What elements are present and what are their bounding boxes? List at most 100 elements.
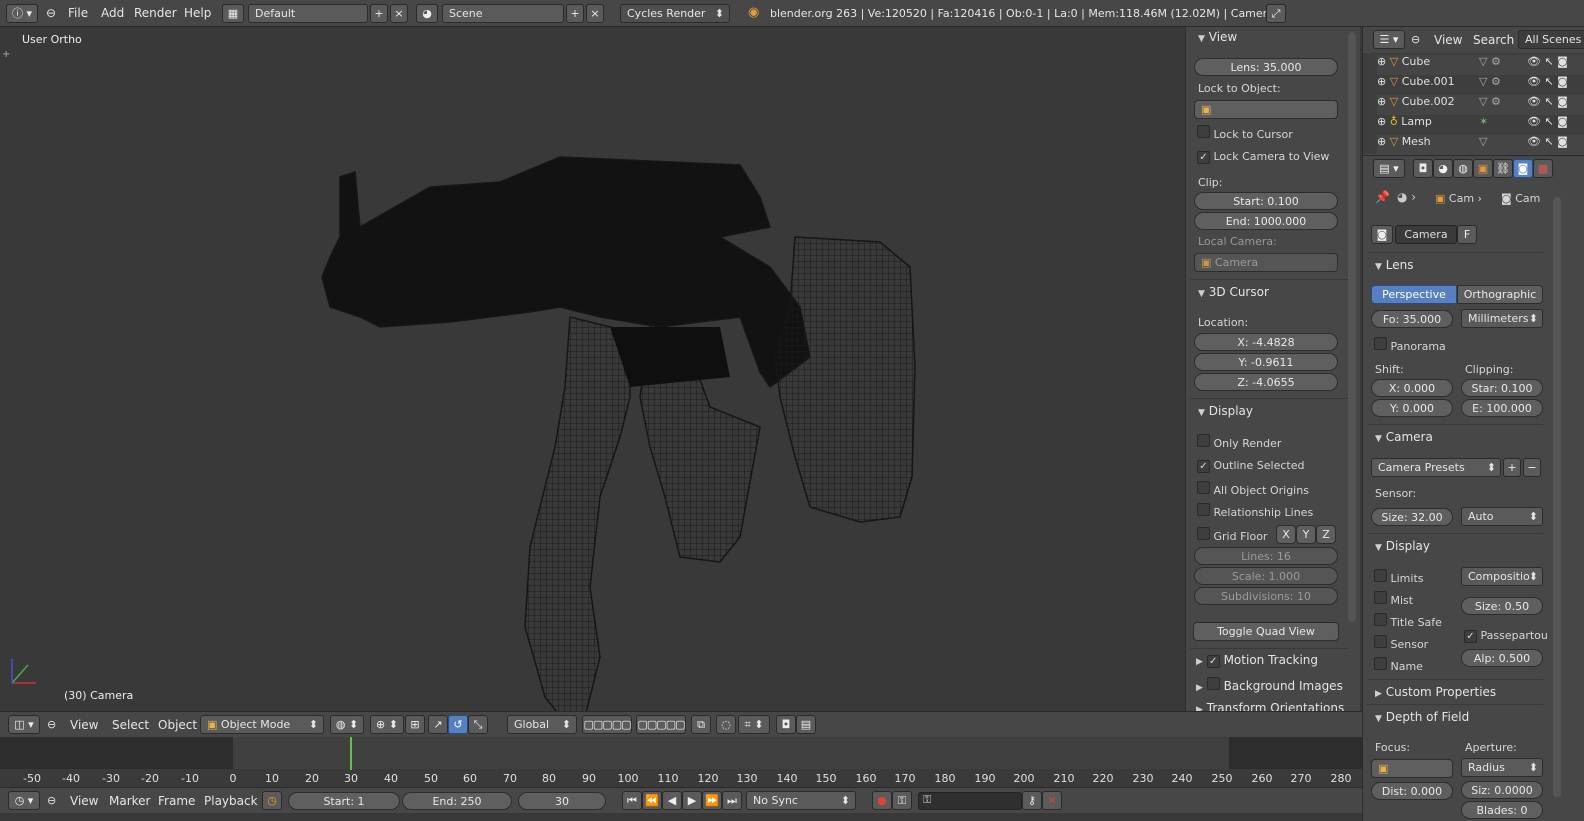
remove-layout-icon[interactable]: × xyxy=(390,4,408,23)
active-keying-set-field[interactable]: ⚿ xyxy=(918,792,1022,810)
delete-keyframe-icon[interactable]: ✕ xyxy=(1042,791,1062,810)
layers-group-2[interactable]: ▢▢▢▢▢ xyxy=(636,715,686,734)
pin-icon[interactable]: 📌 xyxy=(1375,190,1390,204)
add-scene-icon[interactable]: + xyxy=(566,4,584,23)
passepartout-checkbox[interactable]: ✓ Passepartou xyxy=(1464,629,1548,643)
display-panel-header[interactable]: ▼ Display xyxy=(1375,539,1430,553)
menu-playback[interactable]: Playback xyxy=(204,794,258,808)
menu-marker[interactable]: Marker xyxy=(109,794,150,808)
outliner-item-lamp[interactable]: ⊕ ♁ Lamp ✶ 👁 ↖ ◙ xyxy=(1377,115,1584,135)
only-render-checkbox[interactable]: Only Render xyxy=(1197,434,1281,450)
orthographic-button[interactable]: Orthographic xyxy=(1457,285,1543,304)
remove-scene-icon[interactable]: × xyxy=(586,4,604,23)
fake-user-button[interactable]: F xyxy=(1457,225,1477,244)
object-tab-icon[interactable]: ▣ xyxy=(1473,159,1493,178)
collapse-menu-icon[interactable]: ⊖ xyxy=(1411,33,1420,46)
view-section-header[interactable]: ▼ View xyxy=(1198,30,1237,44)
jump-keyframe-forward-icon[interactable]: ⏩ xyxy=(702,791,722,810)
scene-field[interactable]: Scene xyxy=(442,4,564,23)
constraints-tab-icon[interactable]: ⛓ xyxy=(1493,159,1513,178)
fullscreen-icon[interactable]: ⤢ xyxy=(1266,4,1286,23)
start-frame-field[interactable]: Start: 1 xyxy=(288,792,400,810)
insert-keyframe-icon[interactable]: ⚷ xyxy=(1022,791,1042,810)
clip-end-field[interactable]: E: 100.000 xyxy=(1461,399,1543,417)
lens-unit-select[interactable]: Millimeters ⬍ xyxy=(1461,309,1543,328)
timeline-area[interactable]: -50 -40 -30 -20 -10 0 10 20 30 40 50 60 … xyxy=(0,737,1362,787)
editor-type-info-button[interactable]: ⓘ ▾ xyxy=(6,4,38,23)
breadcrumb-object[interactable]: ▣ Cam › xyxy=(1435,192,1482,205)
outliner-menu-view[interactable]: View xyxy=(1434,33,1462,47)
axis-z-toggle[interactable]: Z xyxy=(1316,525,1336,544)
3d-viewport[interactable]: User Ortho + (30) Camera xyxy=(0,27,1185,711)
scene-tab-icon[interactable]: ◕ xyxy=(1433,159,1453,178)
editor-type-outliner-button[interactable]: ☰ ▾ xyxy=(1373,30,1405,49)
snap-icon[interactable]: ⌗ ⬍ xyxy=(738,715,770,734)
wireframe-mesh[interactable] xyxy=(300,117,940,711)
breadcrumb-camera-data[interactable]: ◙ Cam xyxy=(1501,192,1540,205)
rotate-manipulator-icon[interactable]: ↺ xyxy=(448,715,468,734)
menu-render[interactable]: Render xyxy=(134,6,177,20)
outliner-display-mode-select[interactable]: All Scenes xyxy=(1518,30,1584,49)
name-checkbox[interactable]: Name xyxy=(1374,657,1423,673)
aperture-type-select[interactable]: Radius ⬍ xyxy=(1461,758,1543,777)
depth-of-field-panel-header[interactable]: ▼ Depth of Field xyxy=(1375,710,1469,724)
jump-keyframe-back-icon[interactable]: ⏪ xyxy=(642,791,662,810)
lens-field[interactable]: Lens: 35.000 xyxy=(1194,58,1338,76)
background-images-panel-header[interactable]: ▶ Background Images xyxy=(1196,677,1343,693)
3d-cursor-section-header[interactable]: ▼ 3D Cursor xyxy=(1198,285,1269,299)
properties-scrollbar[interactable] xyxy=(1553,197,1561,797)
camera-panel-header[interactable]: ▼ Camera xyxy=(1375,430,1433,444)
world-tab-icon[interactable]: ◍ xyxy=(1453,159,1473,178)
grid-lines-field[interactable]: Lines: 16 xyxy=(1194,547,1338,565)
viewport-shading-icon[interactable]: ◍ ⬍ xyxy=(330,715,364,734)
shift-y-field[interactable]: Y: 0.000 xyxy=(1371,399,1453,417)
outline-selected-checkbox[interactable]: ✓ Outline Selected xyxy=(1197,459,1304,473)
outliner-item-cube[interactable]: ⊕ ▽ Cube ▽ ⚙ 👁 ↖ ◙ xyxy=(1377,55,1584,75)
menu-object[interactable]: Object xyxy=(158,718,197,732)
outliner-item-cube-002[interactable]: ⊕ ▽ Cube.002 ▽ ⚙ 👁 ↖ ◙ xyxy=(1377,95,1584,115)
render-opengl-icon[interactable]: ◘ xyxy=(776,715,796,734)
manipulator-toggle-icon[interactable]: ⊞ xyxy=(405,715,425,734)
grid-scale-field[interactable]: Scale: 1.000 xyxy=(1194,567,1338,585)
lock-object-field[interactable]: ▣ xyxy=(1194,100,1338,119)
cursor-x-field[interactable]: X: -4.4828 xyxy=(1194,333,1338,351)
relationship-lines-checkbox[interactable]: Relationship Lines xyxy=(1197,503,1313,519)
camera-presets-select[interactable]: Camera Presets ⬍ xyxy=(1371,458,1501,477)
lock-layers-icon[interactable]: ⧉ xyxy=(691,715,711,734)
panorama-checkbox[interactable]: Panorama xyxy=(1374,337,1446,353)
outliner-item-cube-001[interactable]: ⊕ ▽ Cube.001 ▽ ⚙ 👁 ↖ ◙ xyxy=(1377,75,1584,95)
keying-set-icon[interactable]: ⚿ xyxy=(892,791,912,810)
menu-select[interactable]: Select xyxy=(112,718,149,732)
render-engine-select[interactable]: Cycles Render ⬍ xyxy=(620,4,730,23)
clip-start-field[interactable]: Start: 0.100 xyxy=(1194,192,1338,210)
menu-view[interactable]: View xyxy=(70,794,98,808)
clip-start-field[interactable]: Star: 0.100 xyxy=(1461,379,1543,397)
scene-icon[interactable]: ◕ xyxy=(416,4,438,23)
focal-length-field[interactable]: Fo: 35.000 xyxy=(1371,310,1453,328)
scale-manipulator-icon[interactable]: ⤡ xyxy=(468,715,488,734)
current-frame-field[interactable]: 30 xyxy=(518,792,606,810)
axis-y-toggle[interactable]: Y xyxy=(1296,525,1316,544)
play-reverse-icon[interactable]: ◀ xyxy=(662,791,682,810)
outliner-item-mesh[interactable]: ⊕ ▽ Mesh ▽ 👁 ↖ ◙ xyxy=(1377,135,1584,154)
screen-layout-icon[interactable]: ▦ xyxy=(222,4,244,23)
display-section-header[interactable]: ▼ Display xyxy=(1198,404,1253,418)
focus-distance-field[interactable]: Dist: 0.000 xyxy=(1371,782,1453,800)
menu-file[interactable]: File xyxy=(68,6,88,20)
editor-type-timeline-button[interactable]: ◷ ▾ xyxy=(8,791,40,810)
lock-to-cursor-checkbox[interactable]: Lock to Cursor xyxy=(1197,125,1293,141)
current-frame-line[interactable] xyxy=(350,737,352,771)
composition-guides-select[interactable]: Compositio ⬍ xyxy=(1461,567,1543,586)
jump-start-icon[interactable]: ⏮ xyxy=(622,791,642,810)
outliner-menu-search[interactable]: Search xyxy=(1473,33,1514,47)
mode-select[interactable]: ▣ Object Mode ⬍ xyxy=(200,715,324,734)
remove-preset-icon[interactable]: − xyxy=(1523,458,1541,477)
proportional-edit-icon[interactable]: ◌ xyxy=(716,715,736,734)
menu-view[interactable]: View xyxy=(70,718,98,732)
transform-orientations-panel-header[interactable]: ▶ Transform Orientations xyxy=(1196,701,1344,711)
menu-add[interactable]: Add xyxy=(101,6,124,20)
aperture-blades-field[interactable]: Blades: 0 xyxy=(1461,801,1543,819)
record-icon[interactable]: ● xyxy=(872,791,892,810)
layers-group-1[interactable]: ▢▢▢▢▢ xyxy=(582,715,632,734)
camera-data-tab-icon[interactable]: ◙ xyxy=(1513,159,1533,178)
